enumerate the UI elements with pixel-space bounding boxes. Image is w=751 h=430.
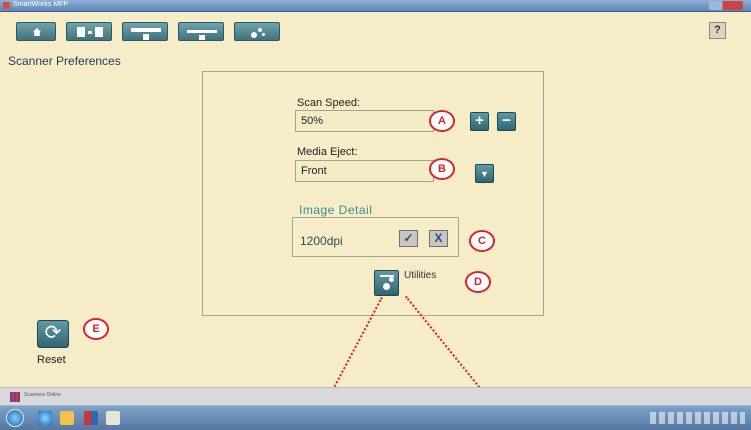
callout-e: E (83, 318, 109, 340)
title-bar: SmartWorks MFP (0, 0, 751, 12)
scan-speed-field[interactable]: 50% (295, 110, 434, 132)
media-eject-field[interactable]: Front (295, 160, 434, 182)
callout-b: B (429, 158, 455, 180)
accept-button[interactable]: ✓ (399, 230, 418, 247)
preferences-panel: Scan Speed: 50% A + − Media Eject: Front… (202, 71, 544, 316)
speed-increase-button[interactable]: + (470, 112, 489, 131)
image-detail-value: 1200dpi (300, 234, 343, 248)
taskbar (0, 405, 751, 430)
callout-d: D (465, 271, 491, 293)
folder-icon[interactable] (60, 411, 74, 425)
media-eject-label: Media Eject: (297, 146, 358, 158)
callout-a: A (429, 110, 455, 132)
reset-button[interactable]: ⟳ (37, 320, 69, 348)
scan-speed-label: Scan Speed: (297, 97, 360, 109)
system-tray[interactable] (650, 412, 745, 424)
toolbar: ? (0, 12, 751, 48)
home-icon (33, 28, 41, 36)
browser-icon[interactable] (38, 411, 52, 425)
reset-label: Reset (37, 354, 66, 366)
help-button[interactable]: ? (709, 22, 726, 39)
cancel-button[interactable]: X (429, 230, 448, 247)
print-button[interactable] (178, 22, 224, 41)
app-icon (3, 2, 10, 9)
copy-button[interactable] (66, 22, 112, 41)
start-button[interactable] (6, 409, 24, 427)
status-bar: Scanners Online (0, 387, 751, 405)
callout-c: C (469, 230, 495, 252)
speed-decrease-button[interactable]: − (497, 112, 516, 131)
image-detail-title: Image Detail (299, 203, 373, 217)
app-taskbar-icon[interactable] (84, 411, 98, 425)
brand-logo-icon (10, 392, 20, 402)
scan-button[interactable] (122, 22, 168, 41)
utilities-label: Utilities (404, 270, 437, 281)
app-window: SmartWorks MFP ? Scanner Preferences Sca… (0, 0, 751, 430)
status-text: Scanners Online (24, 392, 61, 398)
home-button[interactable] (16, 22, 56, 41)
page-title: Scanner Preferences (8, 54, 121, 68)
notepad-icon[interactable] (106, 411, 120, 425)
chevron-down-icon: ▼ (480, 169, 489, 179)
window-title: SmartWorks MFP (13, 1, 69, 8)
settings-button[interactable] (234, 22, 280, 41)
window-controls[interactable] (709, 1, 743, 10)
utilities-button[interactable] (374, 270, 399, 296)
media-eject-dropdown-button[interactable]: ▼ (475, 164, 494, 183)
refresh-icon: ⟳ (44, 322, 62, 344)
